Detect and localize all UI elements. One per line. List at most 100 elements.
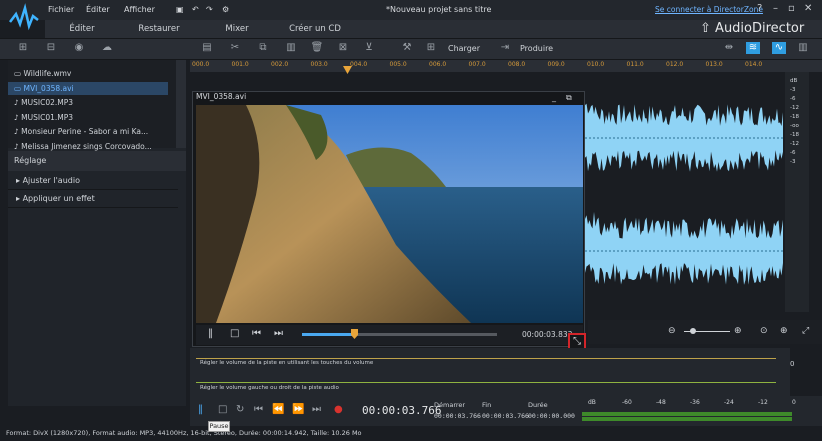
volume-line-1[interactable] <box>196 358 776 359</box>
fit-icon[interactable]: ⇹ <box>722 42 736 54</box>
duration-time[interactable]: 00:00:00.000 <box>528 412 575 420</box>
produce-button[interactable]: Produire <box>504 42 553 56</box>
close-icon[interactable]: ✕ <box>804 3 812 14</box>
save-icon[interactable]: ▣ <box>176 5 184 14</box>
disc-icon[interactable]: ◉ <box>72 42 86 54</box>
cloud-icon[interactable]: ☁ <box>100 42 114 54</box>
minimize-icon[interactable]: _ <box>552 93 556 102</box>
meter-label: -60 <box>622 399 632 406</box>
end-time[interactable]: 00:00:03.766 <box>482 412 529 420</box>
copy-icon[interactable]: ⧉ <box>256 42 270 54</box>
loop-icon[interactable]: ↻ <box>236 404 244 415</box>
file-item[interactable]: ▭ Wildlife.wmv <box>14 67 71 80</box>
next-icon[interactable]: ⏭ <box>312 404 321 415</box>
upload-icon[interactable]: ⇧ <box>700 21 711 36</box>
file-name: MUSIC02.MP3 <box>21 98 74 107</box>
spectral-view-icon[interactable]: ≋ <box>746 42 760 54</box>
import-folder-icon[interactable]: ⊟ <box>44 42 58 54</box>
undo-icon[interactable]: ↶ <box>192 5 199 14</box>
volume-line-2[interactable] <box>196 382 776 383</box>
tab-mixer[interactable]: Mixer <box>200 20 274 38</box>
select-icon[interactable]: ▤ <box>200 42 214 54</box>
video-frame <box>196 105 583 323</box>
apply-effect-item[interactable]: ▸ Appliquer un effet <box>8 190 178 208</box>
crop-icon[interactable]: ⊠ <box>336 42 350 54</box>
load-button[interactable]: Charger <box>432 42 480 56</box>
zoom-selection-icon[interactable]: ⊕ <box>780 326 788 336</box>
previous-icon[interactable]: ⏮ <box>252 328 261 339</box>
ruler-tick: 008.0 <box>508 61 526 68</box>
brand-title: ⇧ AudioDirector <box>700 21 804 36</box>
ruler-tick: 010.0 <box>587 61 605 68</box>
menu-file[interactable]: Fichier <box>48 5 74 14</box>
file-item[interactable]: ♪ MUSIC02.MP3 <box>14 96 73 109</box>
status-bar: Format: DivX (1280x720), Format audio: M… <box>0 426 822 441</box>
previous-icon[interactable]: ⏮ <box>254 404 263 415</box>
tab-create-cd[interactable]: Créer un CD <box>278 20 352 38</box>
waveform-right-channel <box>585 211 783 285</box>
pause-icon[interactable]: ‖ <box>208 328 213 339</box>
meter-label: 0 <box>792 399 796 406</box>
db-tick: -oo <box>790 123 799 129</box>
stop-icon[interactable]: □ <box>218 404 227 415</box>
cut-icon[interactable]: ✂ <box>228 42 242 54</box>
next-icon[interactable]: ⏭ <box>274 328 283 339</box>
zoom-slider-thumb[interactable] <box>690 328 696 334</box>
import-icon[interactable]: ⊞ <box>16 42 30 54</box>
file-name: MVI_0358.avi <box>23 83 74 93</box>
redo-icon[interactable]: ↷ <box>206 5 213 14</box>
ruler-tick: 003.0 <box>310 61 328 68</box>
settings-gear-icon[interactable]: ⚙ <box>222 5 229 14</box>
ruler-tick: 012.0 <box>666 61 684 68</box>
file-name: MUSIC01.MP3 <box>21 112 74 122</box>
db-tick: -3 <box>790 159 796 165</box>
waveform-left-channel <box>585 103 783 172</box>
brand-name: AudioDirector <box>715 21 805 36</box>
stop-icon[interactable]: □ <box>230 328 239 339</box>
help-button[interactable]: ? <box>757 3 762 14</box>
zoom-full-icon[interactable]: ⤢ <box>802 326 809 336</box>
file-item[interactable]: ♪ MUSIC01.MP3 <box>14 111 73 124</box>
zoom-fit-icon[interactable]: ⊙ <box>760 326 768 336</box>
delete-icon[interactable]: 🗑 <box>310 42 324 54</box>
pause-tooltip: Pause <box>208 421 230 432</box>
db-tick: -18 <box>790 132 799 138</box>
fast-forward-icon[interactable]: ⏩ <box>292 404 304 415</box>
file-item[interactable]: ▭ MVI_0358.avi <box>8 81 168 95</box>
directorzone-link[interactable]: Se connecter à DirectorZone <box>655 5 763 14</box>
adjust-audio-item[interactable]: ▸ Ajuster l'audio <box>8 172 178 190</box>
output-meter-right <box>582 417 792 421</box>
meter-label: -48 <box>656 399 666 406</box>
marker-icon[interactable]: ⊻ <box>362 42 376 54</box>
db-tick: -6 <box>790 96 796 102</box>
restore-icon[interactable]: ⧉ <box>566 93 572 103</box>
current-time: 00:00:03.766 <box>362 404 442 417</box>
waveform-view-icon[interactable]: ∿ <box>772 42 786 54</box>
record-icon[interactable]: ● <box>334 404 343 415</box>
tab-restore[interactable]: Restaurer <box>122 20 196 38</box>
meter-label: -36 <box>690 399 700 406</box>
zoom-in-icon[interactable]: ⊕ <box>734 326 742 336</box>
file-item[interactable]: ♪ Monsieur Perine - Sabor a mi Ka... <box>14 125 148 138</box>
tab-edit[interactable]: Éditer <box>45 20 119 38</box>
paste-icon[interactable]: ▥ <box>284 42 298 54</box>
tools-icon[interactable]: ⚒ <box>400 42 414 54</box>
library-scrollbar[interactable] <box>176 60 186 148</box>
start-time[interactable]: 00:00:03.766 <box>434 412 481 420</box>
settings-header: Réglage <box>8 151 186 171</box>
rewind-icon[interactable]: ⏪ <box>272 404 284 415</box>
maximize-icon[interactable]: ▫ <box>788 3 795 14</box>
adjust-audio-label: Ajuster l'audio <box>22 176 80 185</box>
minimize-icon[interactable]: – <box>773 3 778 14</box>
video-time: 00:00:03.833 <box>522 330 573 339</box>
pause-icon[interactable]: ‖ <box>198 404 203 415</box>
end-label: Fin <box>482 401 492 409</box>
menu-edit[interactable]: Éditer <box>86 5 110 14</box>
zoom-out-icon[interactable]: ⊖ <box>668 326 676 336</box>
bar-view-icon[interactable]: ▥ <box>796 42 810 54</box>
db-tick: -12 <box>790 105 799 111</box>
db-tick: dB <box>790 78 798 84</box>
video-progress-fill <box>302 333 354 336</box>
file-name: Melissa Jimenez sings Corcovado... <box>21 141 152 151</box>
menu-view[interactable]: Afficher <box>124 5 155 14</box>
